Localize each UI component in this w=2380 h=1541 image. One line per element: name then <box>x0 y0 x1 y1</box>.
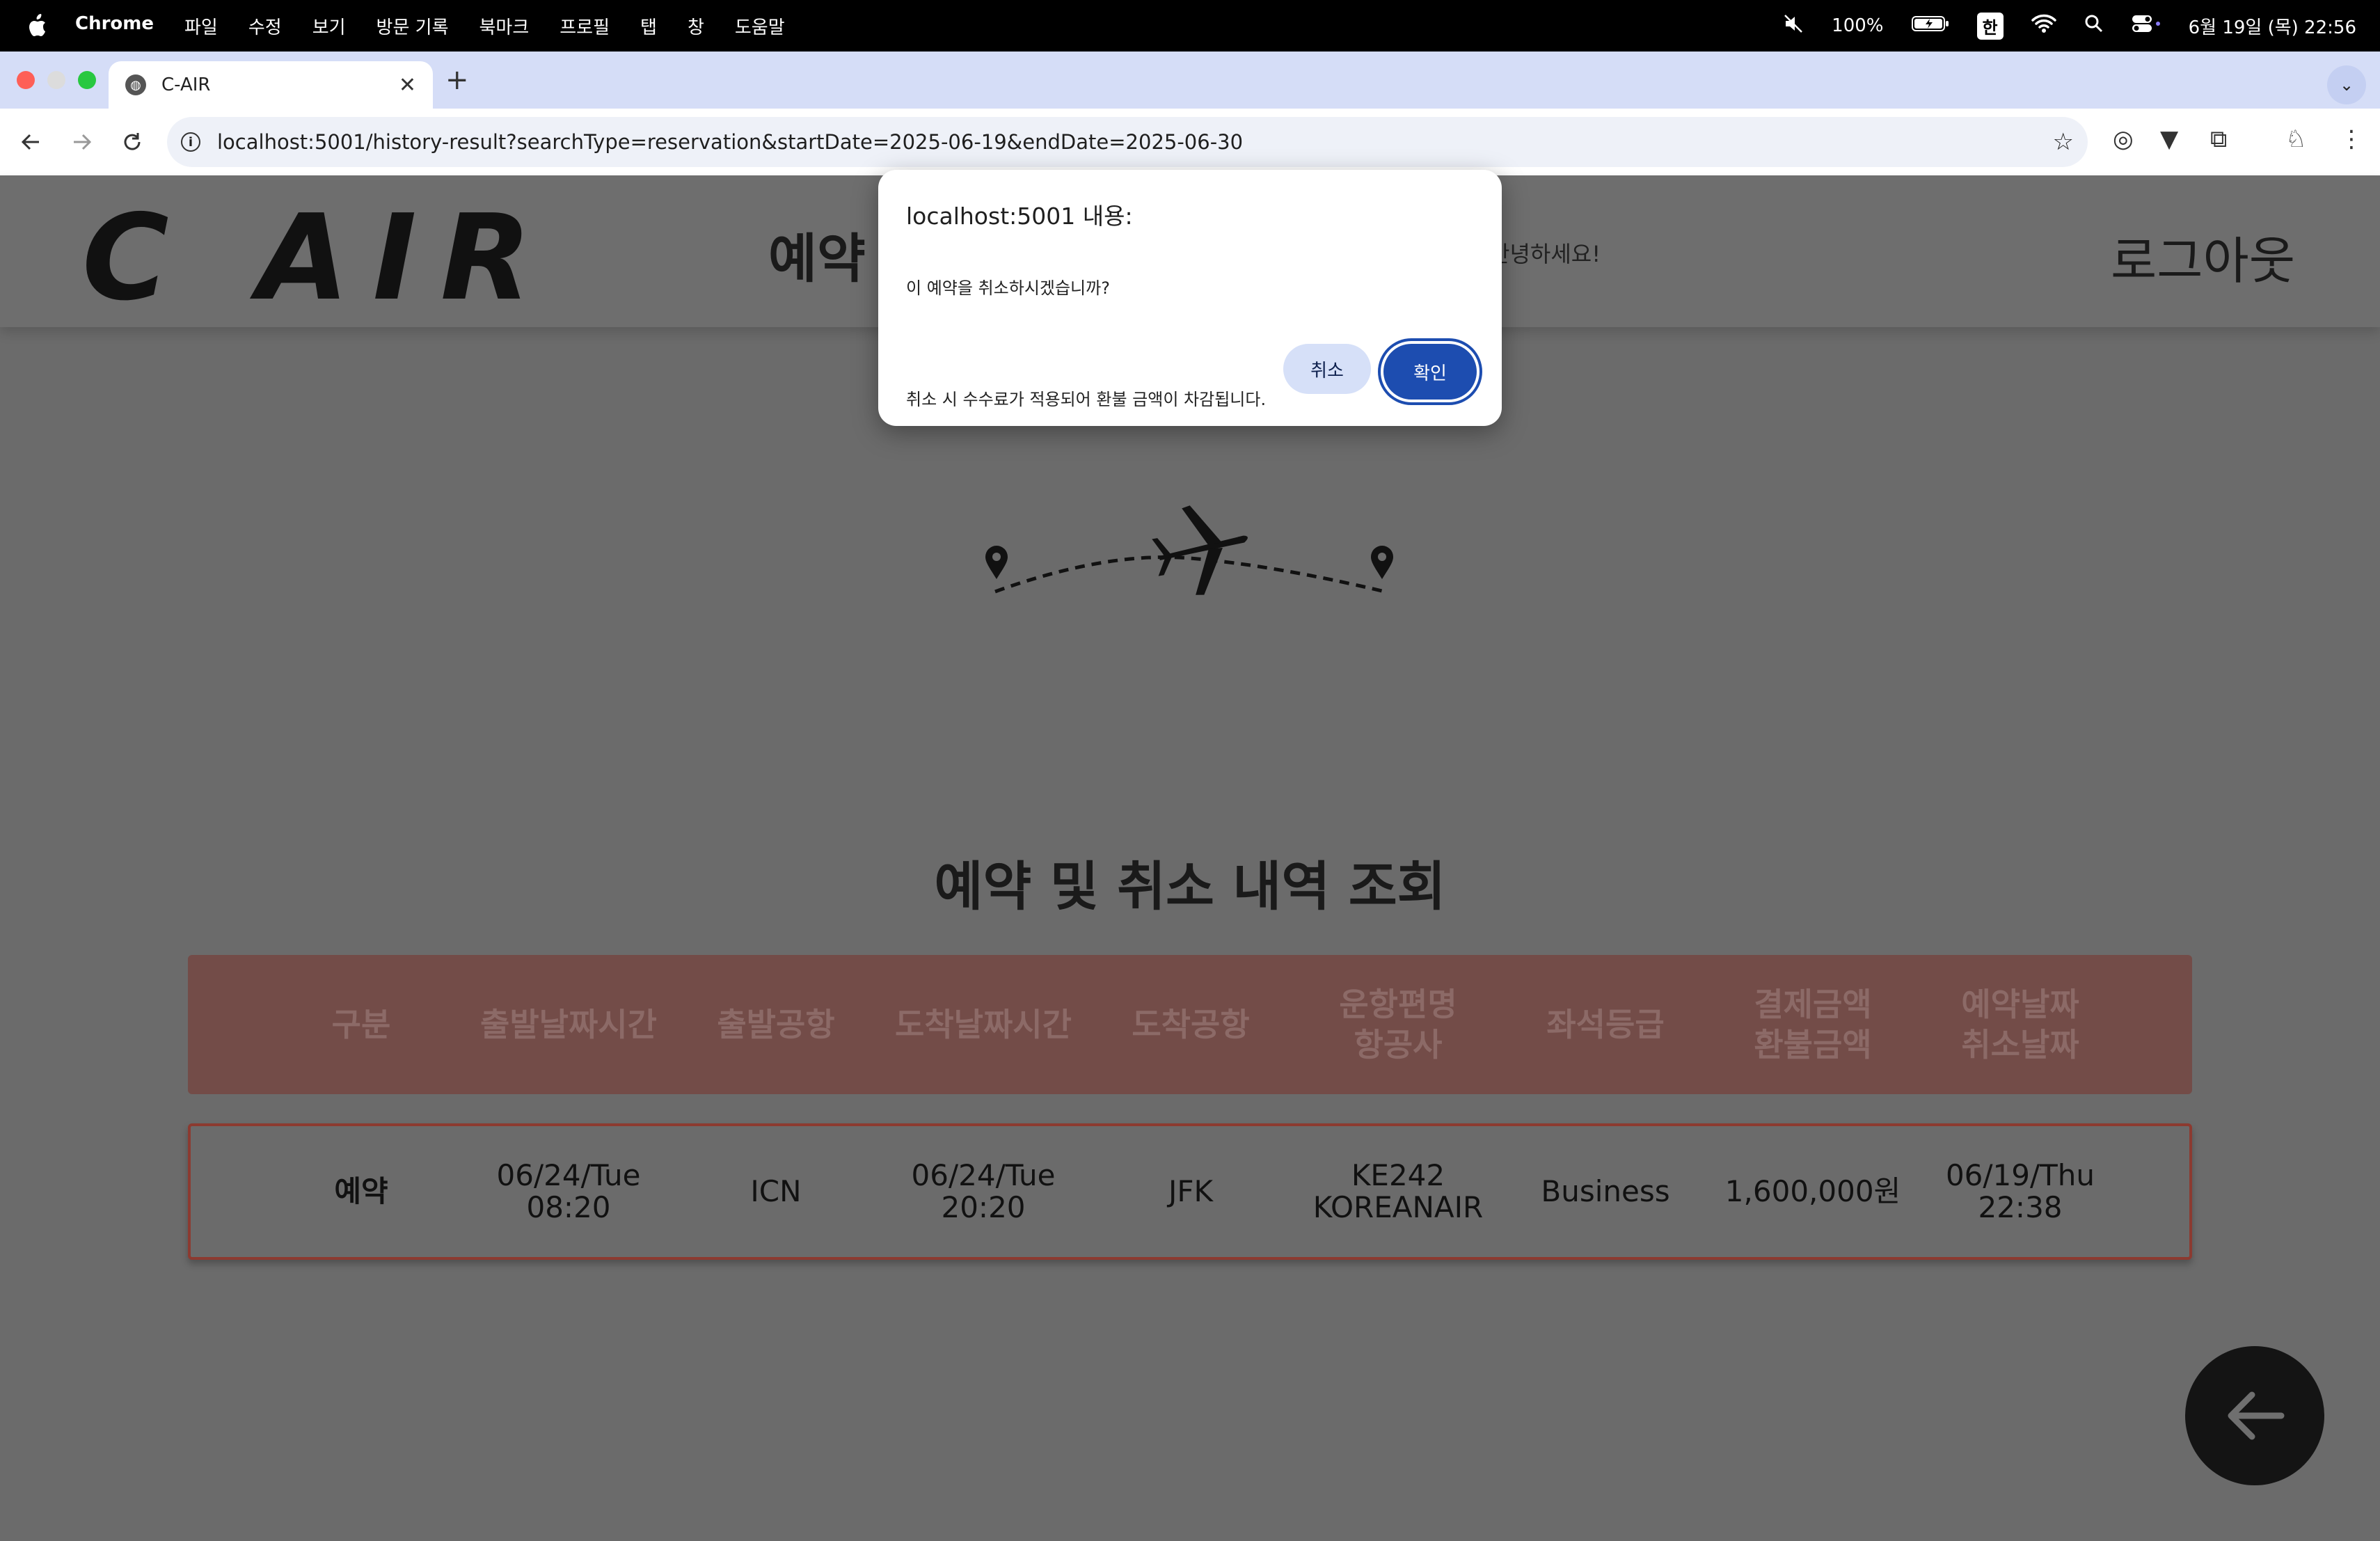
wifi-icon[interactable] <box>2031 14 2056 38</box>
minimize-window-button[interactable] <box>47 71 65 89</box>
menu-file[interactable]: 파일 <box>184 13 218 39</box>
apple-icon[interactable] <box>26 13 47 38</box>
macos-menubar: Chrome 파일 수정 보기 방문 기록 북마크 프로필 탭 창 도움말 10… <box>0 0 2380 52</box>
dialog-message-question: 이 예약을 취소하시겠습니까? <box>906 278 1110 298</box>
extension-icon-2[interactable]: ▼ <box>2160 125 2178 153</box>
reload-icon[interactable] <box>118 128 146 156</box>
tab-search-chevron-icon[interactable]: ⌄ <box>2327 65 2366 104</box>
site-logo[interactable]: C AIR <box>82 189 555 327</box>
cell-type: 예약 <box>334 1174 388 1208</box>
greeting-text: 안녕하세요! <box>1489 241 1601 267</box>
cell-departure-airport: ICN <box>750 1174 802 1208</box>
new-tab-button[interactable]: + <box>445 64 469 96</box>
profile-icon[interactable]: ♘ <box>2285 125 2306 153</box>
confirm-dialog: localhost:5001 내용: 이 예약을 취소하시겠습니까? 취소 시 … <box>878 170 1502 426</box>
header-type: 구분 <box>331 1006 391 1043</box>
cell-seat-class: Business <box>1541 1174 1670 1208</box>
dialog-title: localhost:5001 내용: <box>906 203 1133 230</box>
page-title: 예약 및 취소 내역 조회 <box>934 855 1446 917</box>
close-tab-icon[interactable]: ✕ <box>399 73 416 97</box>
back-arrow-icon[interactable] <box>17 128 45 156</box>
battery-icon[interactable] <box>1911 15 1949 38</box>
confirm-button[interactable]: 확인 <box>1383 344 1477 400</box>
flight-path-illustration <box>985 505 1393 595</box>
menu-window[interactable]: 창 <box>688 13 704 39</box>
control-center-icon[interactable] <box>2132 14 2161 38</box>
cell-payment: 1,600,000원 <box>1724 1174 1901 1208</box>
site-info-icon[interactable]: i <box>181 132 200 152</box>
cancel-button[interactable]: 취소 <box>1283 344 1371 394</box>
window-controls <box>17 71 96 89</box>
mute-icon[interactable] <box>1783 13 1804 39</box>
extensions-puzzle-icon[interactable]: ⧉ <box>2210 125 2227 153</box>
menu-tab[interactable]: 탭 <box>640 13 657 39</box>
dialog-buttons: 취소 확인 <box>1283 344 1477 400</box>
menu-bookmarks[interactable]: 북마크 <box>479 13 530 39</box>
header-departure-airport: 출발공항 <box>717 1006 835 1043</box>
menu-view[interactable]: 보기 <box>312 13 346 39</box>
more-menu-icon[interactable]: ⋮ <box>2340 125 2363 153</box>
address-bar[interactable]: i localhost:5001/history-result?searchTy… <box>167 117 2088 167</box>
globe-icon: ◍ <box>125 74 146 95</box>
cell-flight-airline: KE242 KOREANAIR <box>1312 1158 1484 1224</box>
location-pin-icon-2 <box>1371 546 1393 579</box>
header-flight-airline: 운항편명 항공사 <box>1339 986 1457 1064</box>
header-departure-datetime: 출발날짜시간 <box>480 1006 657 1043</box>
logout-button[interactable]: 로그아웃 <box>2111 220 2295 293</box>
app-menus: Chrome 파일 수정 보기 방문 기록 북마크 프로필 탭 창 도움말 <box>75 13 785 39</box>
close-window-button[interactable] <box>17 71 35 89</box>
menu-profile[interactable]: 프로필 <box>560 13 610 39</box>
header-reserve-cancel-date: 예약날짜 취소날짜 <box>1961 986 2079 1064</box>
forward-arrow-icon[interactable] <box>68 128 96 156</box>
url-text[interactable]: localhost:5001/history-result?searchType… <box>217 130 1243 154</box>
arrow-left-icon <box>2228 1391 2285 1440</box>
bookmark-star-icon[interactable]: ☆ <box>2053 128 2074 156</box>
header-seat-class: 좌석등급 <box>1546 1006 1665 1043</box>
tab-c-air[interactable]: ◍ C-AIR ✕ <box>109 61 433 109</box>
menu-app-name[interactable]: Chrome <box>75 13 154 39</box>
input-language-badge[interactable]: 한 <box>1976 12 2004 40</box>
table-header: 구분 출발날짜시간 출발공항 도착날짜시간 도착공항 운항편명 항공사 좌석등급 … <box>188 955 2192 1094</box>
clock[interactable]: 6월 19일 (목) 22:56 <box>2189 13 2356 39</box>
cell-reserve-date: 06/19/Thu 22:38 <box>1945 1158 2095 1224</box>
menu-help[interactable]: 도움말 <box>735 13 785 39</box>
status-area: 100% 한 6월 19일 (목) 22:56 <box>1783 0 2356 52</box>
header-payment-refund: 결제금액 환불금액 <box>1754 986 1872 1064</box>
menu-edit[interactable]: 수정 <box>248 13 282 39</box>
table-row[interactable]: 예약 06/24/Tue 08:20 ICN 06/24/Tue 20:20 JFK… <box>188 1123 2192 1260</box>
menu-history[interactable]: 방문 기록 <box>376 13 449 39</box>
spotlight-search-icon[interactable] <box>2084 14 2104 38</box>
cell-departure-datetime: 06/24/Tue 08:20 <box>496 1158 641 1224</box>
zoom-window-button[interactable] <box>78 71 96 89</box>
cell-arrival-datetime: 06/24/Tue 20:20 <box>911 1158 1056 1224</box>
battery-percent: 100% <box>1832 15 1884 36</box>
airplane-icon <box>1152 505 1248 595</box>
header-arrival-airport: 도착공항 <box>1132 1006 1250 1043</box>
extension-icon-1[interactable]: ◎ <box>2113 125 2134 153</box>
cell-arrival-airport: JFK <box>1168 1174 1214 1208</box>
tab-title: C-AIR <box>161 74 211 95</box>
nav-reservation[interactable]: 예약 <box>768 216 866 292</box>
location-pin-icon <box>985 546 1008 579</box>
back-button[interactable] <box>2185 1346 2324 1485</box>
header-arrival-datetime: 도착날짜시간 <box>895 1006 1072 1043</box>
